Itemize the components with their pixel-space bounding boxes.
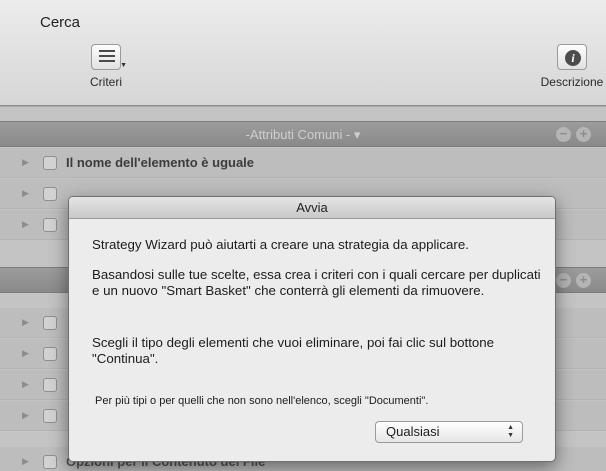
row-checkbox[interactable] xyxy=(43,218,57,232)
section-header-attributi: -Attributi Comuni - ▾ − + xyxy=(0,121,606,147)
avvia-dialog: Avvia Strategy Wizard può aiutarti a cre… xyxy=(68,196,556,462)
disclosure-triangle-icon[interactable]: ▶ xyxy=(22,348,29,359)
row-checkbox[interactable] xyxy=(43,409,57,423)
disclosure-triangle-icon[interactable]: ▶ xyxy=(22,317,29,328)
item-type-select[interactable]: Qualsiasi ▲ ▼ xyxy=(375,421,523,443)
criteri-button[interactable]: ▼ Criteri xyxy=(76,44,136,89)
dialog-hint-text: Per più tipi o per quelli che non sono n… xyxy=(95,395,429,407)
row-checkbox[interactable] xyxy=(43,187,57,201)
disclosure-triangle-icon[interactable]: ▶ xyxy=(22,219,29,230)
criteri-label: Criteri xyxy=(90,75,122,89)
list-icon: ▼ xyxy=(91,44,127,70)
dialog-intro-text: Strategy Wizard può aiutarti a creare un… xyxy=(92,237,469,252)
add-icon[interactable]: + xyxy=(576,127,591,142)
list-item[interactable]: ▶ Il nome dell'elemento è uguale xyxy=(0,148,606,178)
add-icon[interactable]: + xyxy=(576,273,591,288)
disclosure-triangle-icon[interactable]: ▶ xyxy=(22,379,29,390)
descrizione-button[interactable]: i Descrizione xyxy=(532,44,606,89)
toolbar: Cerca ▼ Criteri i Descrizione xyxy=(0,0,606,106)
info-icon: i xyxy=(557,44,587,70)
remove-icon[interactable]: − xyxy=(556,273,571,288)
row-checkbox[interactable] xyxy=(43,156,57,170)
window-title: Cerca xyxy=(40,14,81,31)
dialog-instruction-text: Scegli il tipo degli elementi che vuoi e… xyxy=(92,335,495,366)
row-checkbox[interactable] xyxy=(43,455,57,469)
descrizione-label: Descrizione xyxy=(540,75,604,89)
section-title: -Attributi Comuni - ▾ xyxy=(245,127,361,142)
row-label: Il nome dell'elemento è uguale xyxy=(66,155,255,170)
disclosure-triangle-icon[interactable]: ▶ xyxy=(22,410,29,421)
disclosure-triangle-icon[interactable]: ▶ xyxy=(22,188,29,199)
row-checkbox[interactable] xyxy=(43,378,57,392)
row-checkbox[interactable] xyxy=(43,347,57,361)
dialog-description-text: Basandosi sulle tue scelte, essa crea i … xyxy=(92,267,541,298)
remove-icon[interactable]: − xyxy=(556,127,571,142)
disclosure-triangle-icon[interactable]: ▶ xyxy=(22,456,29,467)
select-arrows-icon: ▲ ▼ xyxy=(507,424,514,439)
row-checkbox[interactable] xyxy=(43,316,57,330)
dialog-title: Avvia xyxy=(69,197,555,219)
select-value: Qualsiasi xyxy=(386,424,440,439)
disclosure-triangle-icon[interactable]: ▶ xyxy=(22,157,29,168)
